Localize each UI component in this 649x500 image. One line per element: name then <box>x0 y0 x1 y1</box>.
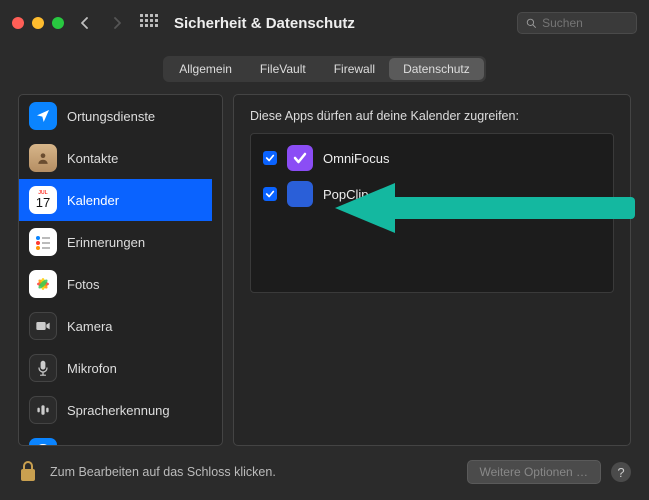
location-icon <box>29 102 57 130</box>
sidebar-item-label: Kalender <box>67 193 119 208</box>
tab-filevault[interactable]: FileVault <box>246 58 320 80</box>
content-area: Ortungsdienste Kontakte JUL 17 Kalender <box>0 94 649 446</box>
sidebar-item-label: Ortungsdienste <box>67 109 155 124</box>
sidebar-item-fotos[interactable]: Fotos <box>19 263 212 305</box>
more-options-button[interactable]: Weitere Optionen … <box>467 460 602 484</box>
show-all-prefs-button[interactable] <box>138 12 160 34</box>
app-permission-list: OmniFocus PopClip <box>250 133 614 293</box>
app-row[interactable]: OmniFocus <box>255 140 609 176</box>
contacts-icon <box>29 144 57 172</box>
app-name: PopClip <box>323 187 369 202</box>
mic-icon <box>29 354 57 382</box>
sidebar-item-label: Mikrofon <box>67 361 117 376</box>
app-checkbox[interactable] <box>263 187 277 201</box>
nav-back-button[interactable] <box>74 12 96 34</box>
sidebar-item-label: Kamera <box>67 319 113 334</box>
app-checkbox[interactable] <box>263 151 277 165</box>
app-row[interactable]: PopClip <box>255 176 609 212</box>
help-button[interactable]: ? <box>611 462 631 482</box>
sidebar-item-spracherkennung[interactable]: Spracherkennung <box>19 389 212 431</box>
sidebar-item-label: Erinnerungen <box>67 235 145 250</box>
sidebar-scroll[interactable]: Ortungsdienste Kontakte JUL 17 Kalender <box>19 95 222 445</box>
sidebar-item-label: Fotos <box>67 277 100 292</box>
main-panel: Diese Apps dürfen auf deine Kalender zug… <box>233 94 631 446</box>
window-title: Sicherheit & Datenschutz <box>174 15 355 32</box>
app-icon-omnifocus <box>287 145 313 171</box>
sidebar-item-kalender[interactable]: JUL 17 Kalender <box>19 179 212 221</box>
reminders-icon <box>29 228 57 256</box>
tab-allgemein[interactable]: Allgemein <box>165 58 246 80</box>
sidebar-item-mikrofon[interactable]: Mikrofon <box>19 347 212 389</box>
sidebar-item-kamera[interactable]: Kamera <box>19 305 212 347</box>
app-name: OmniFocus <box>323 151 389 166</box>
tab-datenschutz[interactable]: Datenschutz <box>389 58 484 80</box>
privacy-sidebar: Ortungsdienste Kontakte JUL 17 Kalender <box>18 94 223 446</box>
sidebar-item-ortungsdienste[interactable]: Ortungsdienste <box>19 95 212 137</box>
lock-hint: Zum Bearbeiten auf das Schloss klicken. <box>50 465 276 479</box>
photos-icon <box>29 270 57 298</box>
nav-forward-button[interactable] <box>106 12 128 34</box>
titlebar: Sicherheit & Datenschutz <box>0 0 649 46</box>
window-controls <box>12 17 64 29</box>
grid-icon <box>140 14 158 32</box>
camera-icon <box>29 312 57 340</box>
calendar-icon: JUL 17 <box>29 186 57 214</box>
panel-hint: Diese Apps dürfen auf deine Kalender zug… <box>250 109 614 123</box>
sidebar-item-label: Spracherkennung <box>67 403 170 418</box>
search-field[interactable] <box>517 12 637 34</box>
sidebar-item-label: Kontakte <box>67 151 118 166</box>
close-window-button[interactable] <box>12 17 24 29</box>
lock-button[interactable] <box>18 459 38 486</box>
sidebar-item-erinnerungen[interactable]: Erinnerungen <box>19 221 212 263</box>
minimize-window-button[interactable] <box>32 17 44 29</box>
sidebar-item-kontakte[interactable]: Kontakte <box>19 137 212 179</box>
segmented-control: Allgemein FileVault Firewall Datenschutz <box>163 56 486 82</box>
zoom-window-button[interactable] <box>52 17 64 29</box>
search-icon <box>526 17 536 29</box>
sidebar-item-bedienungshilfen[interactable]: Bedienungshilfen <box>19 431 212 445</box>
tab-bar: Allgemein FileVault Firewall Datenschutz <box>0 46 649 94</box>
speech-icon <box>29 396 57 424</box>
app-icon-popclip <box>287 181 313 207</box>
footer: Zum Bearbeiten auf das Schloss klicken. … <box>0 444 649 500</box>
search-input[interactable] <box>542 16 628 30</box>
tab-firewall[interactable]: Firewall <box>320 58 389 80</box>
